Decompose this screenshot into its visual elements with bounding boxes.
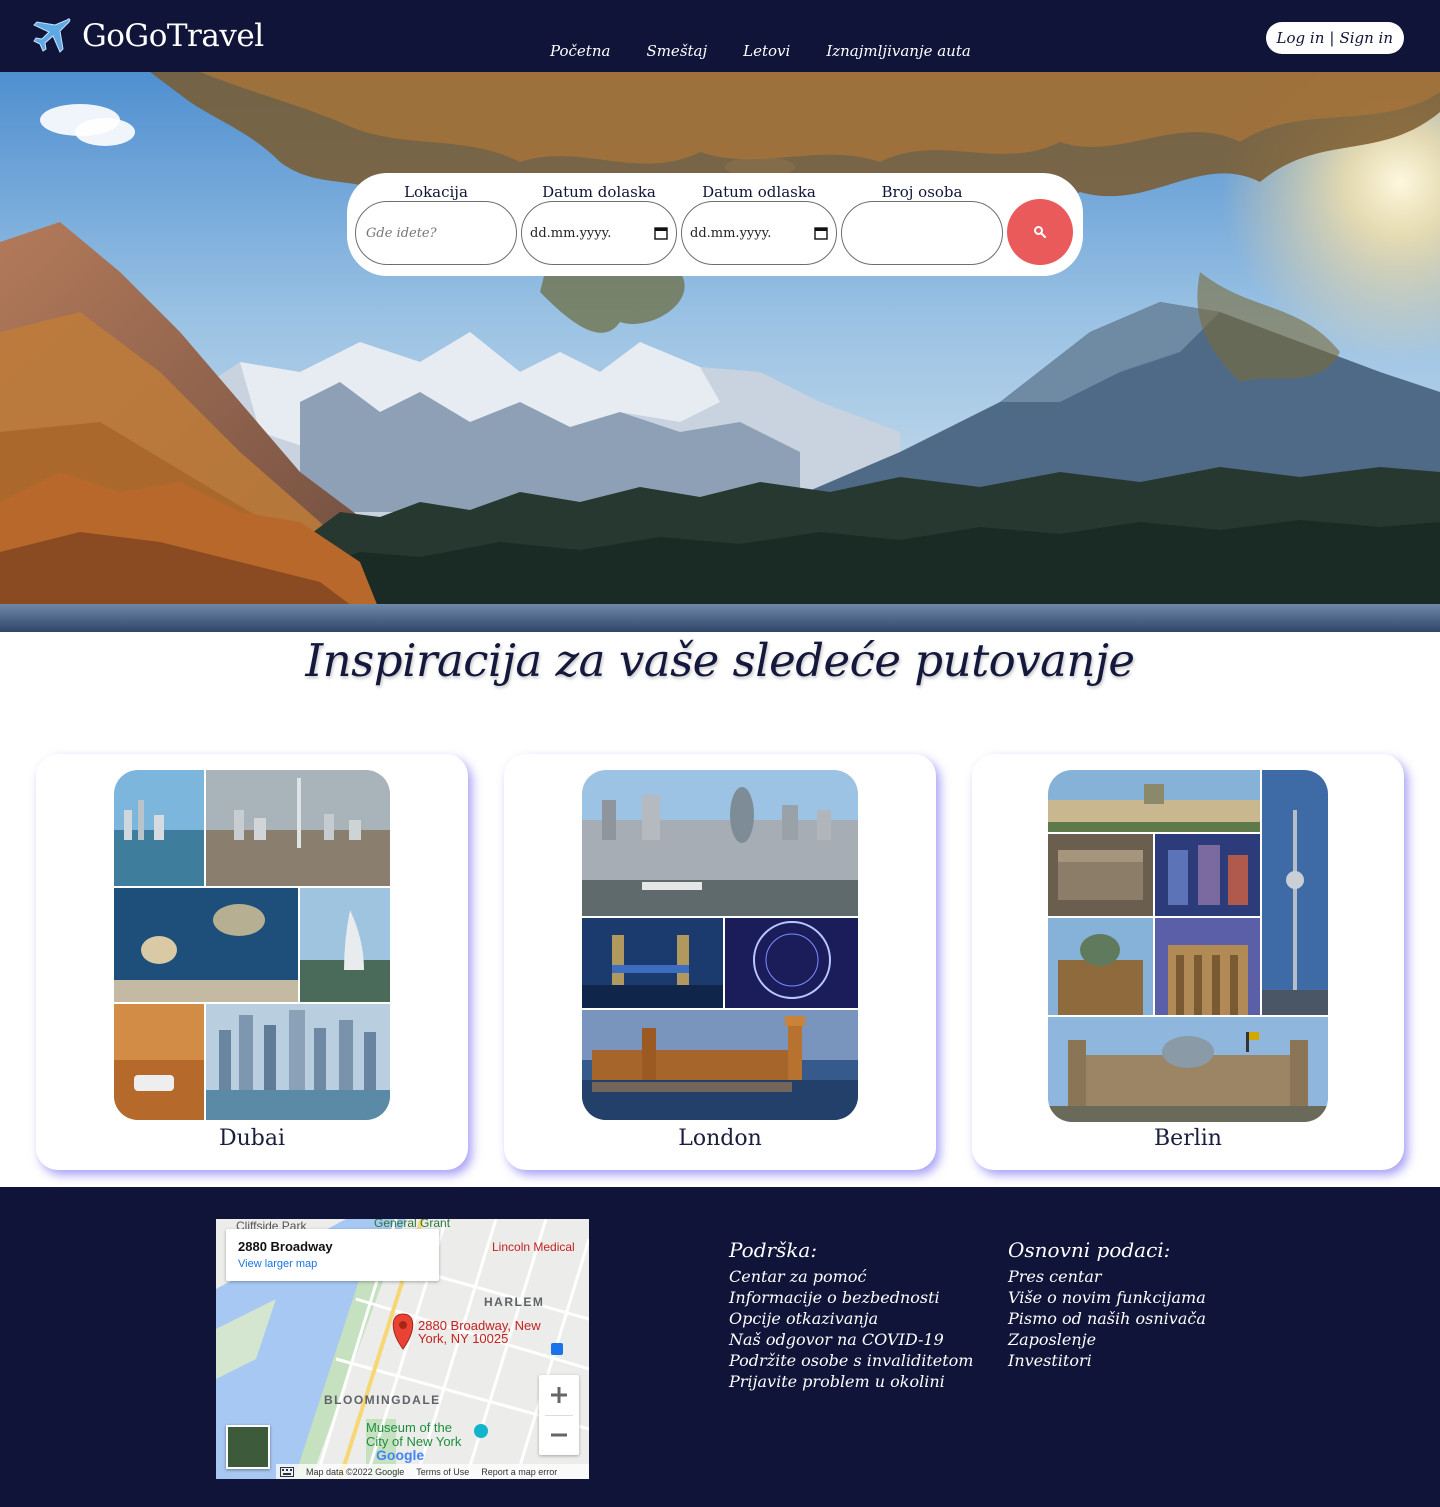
- map-terms-link[interactable]: Terms of Use: [416, 1467, 469, 1477]
- departure-date-value: dd.mm.yyyy.: [690, 225, 772, 241]
- signin-link[interactable]: Sign in: [1339, 29, 1393, 47]
- hero-banner: Lokacija Datum dolaska dd.mm.yyyy. Datum…: [0, 72, 1440, 632]
- nav-link-pocetna[interactable]: Početna: [550, 42, 610, 60]
- arrival-label: Datum dolaska: [542, 183, 656, 201]
- basic-link-careers[interactable]: Zaposlenje: [1008, 1329, 1206, 1350]
- zoom-in-button[interactable]: [539, 1375, 579, 1415]
- map-data-credit: Map data ©2022 Google: [306, 1466, 405, 1477]
- basic-link-founders-letter[interactable]: Pismo od naših osnivača: [1008, 1308, 1206, 1329]
- search-form: Lokacija Datum dolaska dd.mm.yyyy. Datum…: [347, 173, 1083, 276]
- calendar-icon[interactable]: [654, 226, 668, 240]
- persons-label: Broj osoba: [881, 183, 963, 201]
- map-pin-label: 2880 Broadway, New York, NY 10025: [418, 1319, 541, 1345]
- search-icon: [1034, 226, 1047, 239]
- map-label-bloomingdale: BLOOMINGDALE: [324, 1393, 441, 1407]
- satellite-toggle[interactable]: [226, 1425, 270, 1469]
- calendar-icon[interactable]: [814, 226, 828, 240]
- brand-logo[interactable]: GoGoTravel: [32, 16, 264, 56]
- search-button[interactable]: [1007, 199, 1073, 265]
- zoom-out-button[interactable]: [539, 1415, 579, 1455]
- auth-pill: Log in | Sign in: [1265, 22, 1404, 54]
- basic-link-press[interactable]: Pres centar: [1008, 1266, 1206, 1287]
- google-logo: Google: [376, 1447, 425, 1463]
- map-attribution-bar: Map data ©2022 Google Terms of Use Repor…: [276, 1464, 589, 1479]
- card-name-london: London: [678, 1126, 762, 1151]
- basic-info-title: Osnovni podaci:: [1008, 1238, 1171, 1262]
- support-column: Podrška: Centar za pomoć Informacije o b…: [729, 1238, 973, 1392]
- departure-field: Datum odlaska dd.mm.yyyy.: [681, 183, 837, 265]
- support-link-help-center[interactable]: Centar za pomoć: [729, 1266, 973, 1287]
- basic-link-investors[interactable]: Investitori: [1008, 1350, 1206, 1371]
- top-navbar: GoGoTravel Početna Smeštaj Letovi Iznajm…: [0, 0, 1440, 72]
- map-info-card: 2880 Broadway View larger map: [226, 1229, 439, 1281]
- main-nav: Početna Smeštaj Letovi Iznajmljivanje au…: [550, 42, 971, 60]
- nav-link-iznajmljivanje-auta[interactable]: Iznajmljivanje auta: [826, 42, 971, 60]
- departure-label: Datum odlaska: [702, 183, 816, 201]
- nav-link-smestaj[interactable]: Smeštaj: [646, 42, 707, 60]
- map-label-harlem: HARLEM: [484, 1295, 545, 1309]
- dubai-collage-image: [114, 770, 390, 1120]
- auth-separator: |: [1329, 29, 1335, 47]
- departure-date-input[interactable]: dd.mm.yyyy.: [681, 201, 837, 265]
- minus-icon: [551, 1433, 567, 1437]
- destination-card-berlin[interactable]: Berlin: [972, 754, 1404, 1170]
- support-link-report-problem[interactable]: Prijavite problem u okolini: [729, 1371, 973, 1392]
- embedded-map[interactable]: Cliffside Park General Grant Lincoln Med…: [216, 1219, 589, 1479]
- map-label-lincoln: Lincoln Medical: [492, 1240, 575, 1254]
- support-title: Podrška:: [729, 1238, 818, 1262]
- map-report-link[interactable]: Report a map error: [481, 1467, 557, 1477]
- map-address-title: 2880 Broadway: [238, 1239, 333, 1254]
- persons-field: Broj osoba: [841, 183, 1003, 265]
- support-link-covid[interactable]: Naš odgovor na COVID-19: [729, 1329, 973, 1350]
- support-link-accessibility[interactable]: Podržite osobe s invaliditetom: [729, 1350, 973, 1371]
- basic-link-new-features[interactable]: Više o novim funkcijama: [1008, 1287, 1206, 1308]
- destination-card-dubai[interactable]: Dubai: [36, 754, 468, 1170]
- arrival-date-input[interactable]: dd.mm.yyyy.: [521, 201, 677, 265]
- airplane-icon: [33, 18, 71, 53]
- support-link-cancellation[interactable]: Opcije otkazivanja: [729, 1308, 973, 1329]
- berlin-collage-image: [1048, 770, 1328, 1122]
- arrival-field: Datum dolaska dd.mm.yyyy.: [521, 183, 677, 265]
- map-label-museum-line1: Museum of the: [366, 1420, 452, 1435]
- nav-link-letovi[interactable]: Letovi: [743, 42, 790, 60]
- plus-icon: [551, 1387, 567, 1403]
- map-label-museum: Museum of the City of New York: [366, 1421, 461, 1449]
- location-input-wrapper: [355, 201, 517, 265]
- location-field: Lokacija: [355, 183, 517, 265]
- basic-info-column: Osnovni podaci: Pres centar Više o novim…: [1008, 1238, 1206, 1371]
- london-collage-image: [582, 770, 858, 1120]
- persons-input[interactable]: [841, 201, 1003, 265]
- map-pin-label-line2: York, NY 10025: [418, 1331, 509, 1346]
- location-label: Lokacija: [404, 183, 468, 201]
- inspiration-title: Inspiracija za vaše sledeće putovanje: [305, 634, 1135, 687]
- card-name-berlin: Berlin: [1154, 1126, 1222, 1151]
- login-link[interactable]: Log in: [1277, 29, 1325, 47]
- brand-name: GoGoTravel: [82, 18, 264, 54]
- arrival-date-value: dd.mm.yyyy.: [530, 225, 612, 241]
- keyboard-icon[interactable]: [280, 1466, 294, 1477]
- support-link-safety[interactable]: Informacije o bezbednosti: [729, 1287, 973, 1308]
- card-name-dubai: Dubai: [218, 1126, 286, 1151]
- map-zoom-controls: [539, 1375, 579, 1455]
- view-larger-map-link[interactable]: View larger map: [238, 1258, 317, 1270]
- destination-card-london[interactable]: London: [504, 754, 936, 1170]
- page-footer: Cliffside Park General Grant Lincoln Med…: [0, 1187, 1440, 1507]
- location-input[interactable]: [364, 224, 508, 242]
- hero-landscape-image: [0, 72, 1440, 632]
